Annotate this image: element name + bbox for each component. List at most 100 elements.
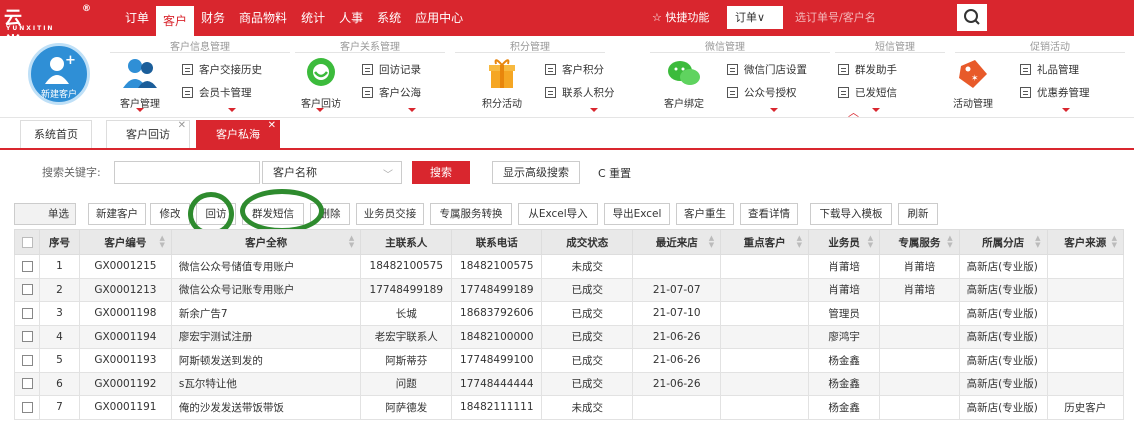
sort-icon[interactable]: ▲ ▼ <box>349 235 354 249</box>
column-header[interactable]: 所属分店 ▲ ▼ <box>958 229 1048 255</box>
search-field-select[interactable]: 客户名称 ﹀ <box>262 161 402 184</box>
customer-management-button[interactable]: 客户管理 <box>112 56 168 110</box>
chevron-down-icon[interactable] <box>316 108 324 112</box>
row-select-cell[interactable] <box>13 301 41 326</box>
table-row[interactable]: 5 GX0001193 阿斯顿发送到发的 阿斯蒂芬 17748499100 已成交 21-0… <box>13 348 1125 373</box>
column-header[interactable]: 业务员 ▲ ▼ <box>808 229 881 255</box>
column-header[interactable]: 最近来店 ▲ ▼ <box>632 229 722 255</box>
customer-revive-button[interactable]: 客户重生 <box>676 203 734 225</box>
nav-item-system[interactable]: 系统 <box>370 0 408 36</box>
sort-icon[interactable]: ▲ ▼ <box>868 235 873 249</box>
nav-item-stats[interactable]: 统计 <box>294 0 332 36</box>
contact-points-button[interactable]: 联系人积分 <box>545 85 615 100</box>
table-row[interactable]: 1 GX0001215 微信公众号储值专用账户 18482100575 18482100… <box>13 254 1125 279</box>
member-card-button[interactable]: 会员卡管理 <box>182 85 252 100</box>
handover-history-button[interactable]: 客户交接历史 <box>182 62 262 77</box>
chevron-down-icon[interactable] <box>590 108 598 112</box>
reset-button[interactable]: C 重置 <box>598 165 631 181</box>
sort-icon[interactable]: ▲ ▼ <box>947 235 952 249</box>
checkbox-icon[interactable] <box>21 331 33 343</box>
advanced-search-button[interactable]: 显示高级搜索 <box>492 161 580 184</box>
service-transfer-button[interactable]: 专属服务转换 <box>430 203 512 225</box>
chevron-down-icon[interactable] <box>1062 108 1070 112</box>
tab-home[interactable]: 系统首页 <box>20 120 92 148</box>
tab-private-customers[interactable]: 客户私海 ✕ <box>196 120 280 148</box>
mass-send-assistant-button[interactable]: 群发助手 <box>838 62 897 77</box>
points-activity-button[interactable]: 积分活动 <box>474 56 530 110</box>
table-cell <box>720 324 810 349</box>
column-header[interactable]: 客户全称 ▲ ▼ <box>170 229 362 255</box>
single-select-toggle[interactable]: 单选 <box>14 203 76 225</box>
coupon-management-button[interactable]: 优惠券管理 <box>1020 85 1090 100</box>
activity-management-button[interactable]: ✶ 活动管理 <box>945 56 1001 110</box>
top-search-button[interactable] <box>955 2 989 33</box>
refresh-button[interactable]: 刷新 <box>898 203 938 225</box>
checkbox-icon[interactable] <box>21 378 33 390</box>
row-select-cell[interactable] <box>13 254 41 279</box>
sort-icon[interactable]: ▲ ▼ <box>160 235 165 249</box>
checkbox-icon[interactable] <box>21 354 33 366</box>
search-button[interactable]: 搜索 <box>412 161 470 184</box>
customer-points-button[interactable]: 客户积分 <box>545 62 604 77</box>
import-excel-button[interactable]: 从Excel导入 <box>518 203 598 225</box>
table-row[interactable]: 7 GX0001191 俺的沙发发送带饭带饭 阿萨德发 18482111111 未成交 杨金… <box>13 395 1125 420</box>
table-row[interactable]: 6 GX0001192 s瓦尔特让他 问题 17748444444 已成交 21-06-26… <box>13 371 1125 396</box>
column-header[interactable]: 客户编号 ▲ ▼ <box>78 229 172 255</box>
table-row[interactable]: 3 GX0001198 新余广告7 长城 18683792606 已成交 21-07-10 管… <box>13 301 1125 326</box>
tab-customer-visit[interactable]: 客户回访 ✕ <box>106 120 190 148</box>
table-row[interactable]: 2 GX0001213 微信公众号记账专用账户 17748499189 17748499… <box>13 277 1125 302</box>
checkbox-icon[interactable] <box>21 236 33 248</box>
nav-item-app-center[interactable]: 应用中心 <box>408 0 470 36</box>
checkbox-icon[interactable] <box>21 307 33 319</box>
row-select-cell[interactable] <box>13 395 41 420</box>
sort-icon[interactable]: ▲ ▼ <box>709 235 714 249</box>
customer-pool-button[interactable]: 客户公海 <box>362 85 421 100</box>
new-customer-tool-button[interactable]: 新建客户 <box>88 203 146 225</box>
row-select-cell[interactable] <box>13 348 41 373</box>
visit-records-button[interactable]: 回访记录 <box>362 62 421 77</box>
nav-item-goods[interactable]: 商品物料 <box>232 0 294 36</box>
chevron-down-icon[interactable] <box>770 108 778 112</box>
nav-item-customers[interactable]: 客户 <box>156 6 195 36</box>
column-header[interactable]: 重点客户 ▲ ▼ <box>720 229 810 255</box>
sent-sms-button[interactable]: 已发短信 <box>838 85 897 100</box>
quick-functions-link[interactable]: ☆ 快捷功能 <box>652 0 709 36</box>
chevron-down-icon[interactable] <box>872 108 880 112</box>
close-icon[interactable]: ✕ <box>178 112 186 139</box>
row-select-cell[interactable] <box>13 277 41 302</box>
column-header[interactable]: 专属服务 ▲ ▼ <box>879 229 960 255</box>
customer-visit-button[interactable]: 客户回访 <box>293 56 349 110</box>
keyword-input[interactable] <box>114 161 260 184</box>
row-select-cell[interactable] <box>13 324 41 349</box>
export-excel-button[interactable]: 导出Excel <box>604 203 670 225</box>
chevron-down-icon[interactable] <box>228 108 236 112</box>
checkbox-icon[interactable] <box>21 260 33 272</box>
nav-item-orders[interactable]: 订单 <box>118 0 156 36</box>
close-icon[interactable]: ✕ <box>268 112 276 139</box>
official-account-auth-button[interactable]: 公众号授权 <box>727 85 797 100</box>
select-all-header[interactable] <box>13 229 41 255</box>
order-search-input[interactable] <box>785 6 955 29</box>
edit-button[interactable]: 修改 <box>150 203 190 225</box>
customer-binding-button[interactable]: 客户绑定 <box>656 56 712 110</box>
gift-management-button[interactable]: 礼品管理 <box>1020 62 1079 77</box>
chevron-down-icon[interactable] <box>408 108 416 112</box>
row-select-cell[interactable] <box>13 371 41 396</box>
download-template-button[interactable]: 下载导入模板 <box>810 203 892 225</box>
nav-item-hr[interactable]: 人事 <box>332 0 370 36</box>
table-row[interactable]: 4 GX0001194 廖宏宇测试注册 老宏宇联系人 18482100000 已成交 21-… <box>13 324 1125 349</box>
view-details-button[interactable]: 查看详情 <box>740 203 798 225</box>
nav-item-finance[interactable]: 财务 <box>194 0 232 36</box>
chevron-down-icon[interactable] <box>136 108 144 112</box>
checkbox-icon[interactable] <box>21 401 33 413</box>
order-type-select[interactable]: 订单∨ <box>727 6 783 29</box>
sort-icon[interactable]: ▲ ▼ <box>1112 235 1117 249</box>
checkbox-icon[interactable] <box>21 284 33 296</box>
sort-icon[interactable]: ▲ ▼ <box>1035 235 1040 249</box>
new-customer-button[interactable]: + 新建客户 <box>28 43 90 105</box>
salesperson-handover-button[interactable]: 业务员交接 <box>356 203 424 225</box>
column-header[interactable]: 客户来源 ▲ ▼ <box>1046 229 1125 255</box>
small-button-label: 客户公海 <box>379 87 421 99</box>
wechat-store-settings-button[interactable]: 微信门店设置 <box>727 62 807 77</box>
sort-icon[interactable]: ▲ ▼ <box>797 235 802 249</box>
